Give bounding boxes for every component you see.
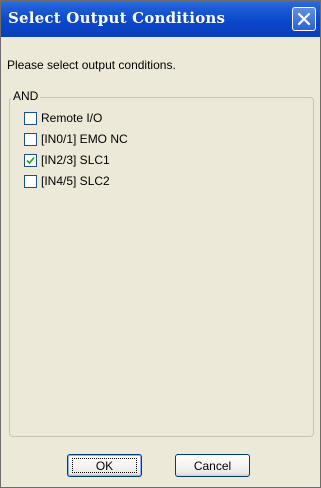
dialog-window: Select Output Conditions Please select o… — [0, 0, 321, 488]
checkbox-item-in4-5-slc2[interactable]: [IN4/5] SLC2 — [24, 173, 110, 189]
checkbox-label: Remote I/O — [41, 111, 103, 125]
cancel-button-label: Cancel — [193, 458, 232, 473]
ok-button[interactable]: OK — [67, 454, 142, 477]
checkmark-icon — [26, 156, 35, 164]
checkbox[interactable] — [24, 111, 37, 125]
close-button[interactable] — [292, 7, 316, 31]
checkbox-item-remote-io[interactable]: Remote I/O — [24, 110, 102, 126]
focus-rectangle — [72, 458, 137, 473]
cancel-button[interactable]: Cancel — [175, 454, 250, 477]
checkbox-label: [IN4/5] SLC2 — [41, 174, 110, 188]
close-icon — [297, 12, 311, 26]
checkbox-item-in0-1-emo-nc[interactable]: [IN0/1] EMO NC — [24, 131, 128, 147]
checkbox-label: [IN2/3] SLC1 — [41, 153, 110, 167]
instruction-text: Please select output conditions. — [7, 58, 176, 72]
checkbox[interactable] — [24, 132, 37, 146]
checkbox[interactable] — [24, 174, 37, 188]
checkbox-label: [IN0/1] EMO NC — [41, 132, 128, 146]
title-bar[interactable]: Select Output Conditions — [1, 1, 320, 37]
group-label: AND — [11, 89, 41, 103]
checkbox[interactable] — [24, 153, 37, 167]
checkbox-item-in2-3-slc1[interactable]: [IN2/3] SLC1 — [24, 152, 110, 168]
window-title: Select Output Conditions — [8, 9, 226, 27]
and-group-box — [9, 97, 314, 437]
